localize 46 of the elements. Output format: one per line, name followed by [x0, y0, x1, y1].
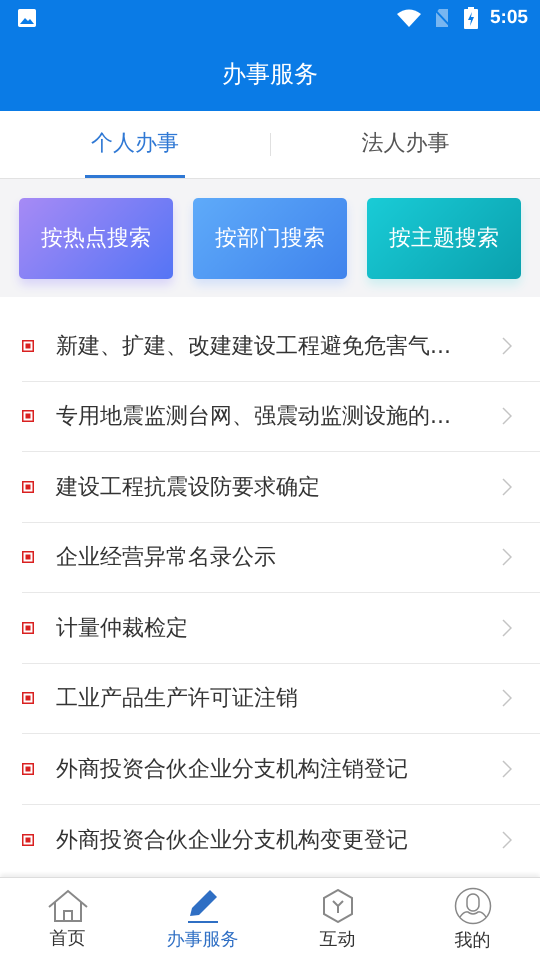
service-list-item[interactable]: 计量仲裁检定: [22, 593, 540, 664]
wifi-icon: [396, 8, 422, 28]
nav-tab[interactable]: 首页: [0, 878, 135, 960]
chevron-right-icon: [502, 548, 512, 566]
home-icon: [46, 888, 88, 922]
service-title: 新建、扩建、改建建设工程避免危害气...: [56, 332, 452, 361]
bullet-icon: [22, 762, 34, 775]
page-title: 办事服务: [222, 58, 318, 90]
bullet-icon: [22, 692, 34, 704]
nav-tab[interactable]: 互动: [270, 878, 405, 960]
service-title: 专用地震监测台网、强震动监测设施的...: [56, 403, 452, 432]
service-list-item[interactable]: 企业经营异常名录公示: [22, 522, 540, 593]
chevron-right-icon: [502, 618, 512, 637]
service-title: 工业产品生产许可证注销: [56, 685, 299, 714]
bullet-icon: [22, 410, 34, 422]
status-time: 5:05: [490, 7, 528, 29]
chevron-right-icon: [502, 830, 512, 849]
service-title: 企业经营异常名录公示: [56, 544, 277, 572]
bullet-icon: [22, 551, 34, 564]
pencil-icon: [186, 888, 220, 924]
bullet-icon: [22, 834, 34, 846]
chevron-right-icon: [502, 407, 512, 426]
user-icon: [454, 886, 492, 924]
chevron-right-icon: [502, 689, 512, 708]
bullet-icon: [22, 340, 34, 352]
battery-charging-icon: [464, 7, 478, 29]
image-icon: [17, 8, 37, 28]
service-list-item[interactable]: 工业产品生产许可证注销: [22, 664, 540, 734]
service-list-item[interactable]: 外商投资合伙企业分支机构变更登记: [22, 804, 540, 875]
service-list-item[interactable]: 新建、扩建、改建建设工程避免危害气...: [22, 311, 540, 382]
service-list-item[interactable]: 专用地震监测台网、强震动监测设施的...: [22, 382, 540, 452]
nav-tab[interactable]: 我的: [405, 878, 540, 960]
bullet-icon: [22, 622, 34, 634]
service-title: 计量仲裁检定: [56, 614, 189, 643]
chevron-right-icon: [502, 478, 512, 496]
bullet-icon: [22, 480, 34, 493]
service-title: 外商投资合伙企业分支机构变更登记: [56, 826, 409, 855]
cube-icon: [320, 888, 354, 924]
service-title: 建设工程抗震设防要求确定: [56, 474, 321, 502]
chevron-right-icon: [502, 336, 512, 355]
chevron-right-icon: [502, 760, 512, 778]
service-list-item[interactable]: 建设工程抗震设防要求确定: [22, 452, 540, 522]
nav-tab[interactable]: 办事服务: [135, 878, 270, 960]
tab[interactable]: 法人办事: [355, 111, 456, 178]
service-title: 外商投资合伙企业分支机构注销登记: [56, 756, 409, 784]
service-list-item[interactable]: 外商投资合伙企业分支机构注销登记: [22, 734, 540, 804]
